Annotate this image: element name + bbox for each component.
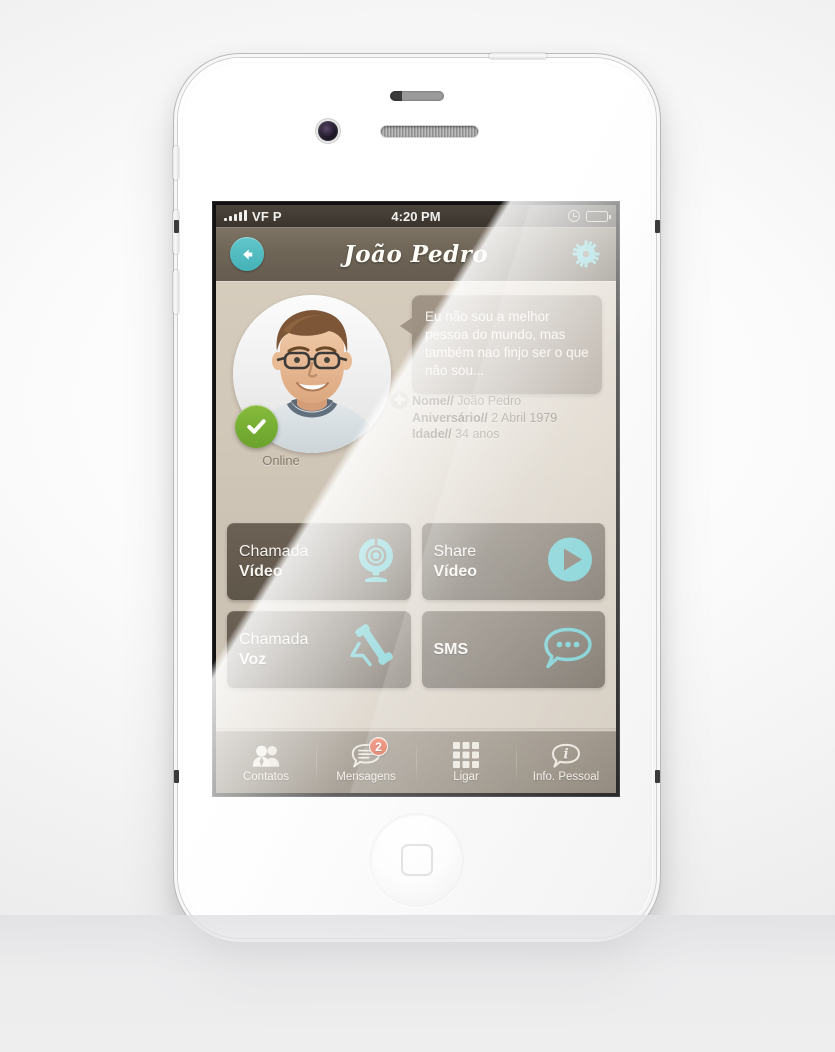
status-badge xyxy=(235,405,278,448)
video-call-button[interactable]: Chamada Vídeo xyxy=(227,523,411,600)
info-value-birthday: 2 Abril 1979 xyxy=(491,410,558,425)
video-call-line1: Chamada xyxy=(239,542,309,560)
antenna-band-mark xyxy=(174,770,179,783)
front-camera-icon xyxy=(318,121,338,141)
info-value-name: João Pedro xyxy=(457,394,522,408)
tab-label-ligar: Ligar xyxy=(453,770,479,783)
back-arrow-icon xyxy=(242,248,252,260)
tab-mensagens[interactable]: 2 Mensagens xyxy=(316,731,416,793)
video-call-line2: Vídeo xyxy=(239,562,283,580)
keypad-icon xyxy=(453,741,479,768)
antenna-band-mark xyxy=(174,220,179,233)
status-label: Online xyxy=(262,453,300,468)
iphone-device: VF P 4:20 PM João Pedro Online Eu não so… xyxy=(173,53,660,938)
share-video-label: Share Vídeo xyxy=(434,542,478,582)
play-icon xyxy=(545,534,595,589)
tab-ligar[interactable]: Ligar xyxy=(416,731,516,793)
info-label-name: Nome// xyxy=(412,394,454,408)
battery-full-icon xyxy=(586,210,611,222)
chat-bubble-icon xyxy=(541,622,595,677)
action-grid: Chamada Vídeo Share Vídeo Chamada Voz SM… xyxy=(216,521,616,688)
alarm-clock-icon xyxy=(568,210,580,222)
info-row-age: Idade// 34 anos xyxy=(412,426,557,443)
messages-badge: 2 xyxy=(369,737,388,756)
contact-info-list: Nome// João Pedro Aniversário// 2 Abril … xyxy=(390,390,557,443)
tab-bar: Contatos 2 Mensagens Ligar i Info. Pesso… xyxy=(216,731,616,793)
silent-switch[interactable] xyxy=(173,146,179,180)
sms-label: SMS xyxy=(434,640,469,660)
volume-down-button[interactable] xyxy=(173,270,179,314)
contacts-icon xyxy=(251,742,281,768)
check-icon xyxy=(247,419,266,434)
share-video-line2: Vídeo xyxy=(433,562,478,580)
settings-button[interactable] xyxy=(570,238,602,270)
page-title: João Pedro xyxy=(343,240,489,268)
tab-contatos[interactable]: Contatos xyxy=(216,731,316,793)
status-bar: VF P 4:20 PM xyxy=(216,205,616,227)
power-button[interactable] xyxy=(489,53,547,59)
tab-label-contatos: Contatos xyxy=(242,770,290,783)
info-row-name: Nome// João Pedro xyxy=(412,393,557,410)
sms-line1: SMS xyxy=(433,640,469,658)
webcam-icon xyxy=(351,534,401,589)
home-button[interactable] xyxy=(370,813,464,907)
scene-backdrop: VF P 4:20 PM João Pedro Online Eu não so… xyxy=(0,0,835,1052)
tab-info-pessoal[interactable]: i Info. Pessoal xyxy=(516,731,616,793)
status-bar-right xyxy=(568,210,611,222)
home-square-icon xyxy=(401,844,433,876)
share-video-line1: Share xyxy=(433,542,477,560)
avatar[interactable]: Online xyxy=(233,295,391,468)
sms-button[interactable]: SMS xyxy=(421,611,605,688)
voice-call-button[interactable]: Chamada Voz xyxy=(227,611,411,688)
info-row-birthday: Aniversário// 2 Abril 1979 xyxy=(412,410,557,427)
tab-label-info-pessoal: Info. Pessoal xyxy=(532,770,600,783)
status-bar-time: 4:20 PM xyxy=(391,208,441,224)
video-call-label: Chamada Vídeo xyxy=(239,542,308,582)
voice-call-label: Chamada Voz xyxy=(239,630,308,670)
share-video-button[interactable]: Share Vídeo xyxy=(421,523,605,600)
earpiece-speaker xyxy=(381,126,478,137)
info-value-age: 34 anos xyxy=(455,427,500,441)
status-quote-bubble: Eu não sou a melhor pessoa do mundo, mas… xyxy=(400,295,602,394)
phone-screen: VF P 4:20 PM João Pedro Online Eu não so… xyxy=(216,205,616,793)
nav-bar: João Pedro xyxy=(216,227,616,281)
svg-text:i: i xyxy=(563,746,568,762)
voice-call-line1: Chamada xyxy=(239,630,309,648)
phone-handset-icon xyxy=(347,621,401,678)
info-label-age: Idade// xyxy=(412,427,452,441)
antenna-band-mark xyxy=(655,220,660,233)
voice-call-line2: Voz xyxy=(239,650,267,668)
info-icon: i xyxy=(551,742,581,768)
profile-section: Online Eu não sou a melhor pessoa do mun… xyxy=(216,281,616,521)
info-label-birthday: Aniversário// xyxy=(412,410,488,425)
tab-label-mensagens: Mensagens xyxy=(336,770,396,783)
gear-icon xyxy=(572,240,600,268)
proximity-sensor xyxy=(390,91,444,101)
antenna-band-mark xyxy=(655,770,660,783)
back-button[interactable] xyxy=(230,237,264,271)
add-contact-button[interactable] xyxy=(390,390,409,409)
